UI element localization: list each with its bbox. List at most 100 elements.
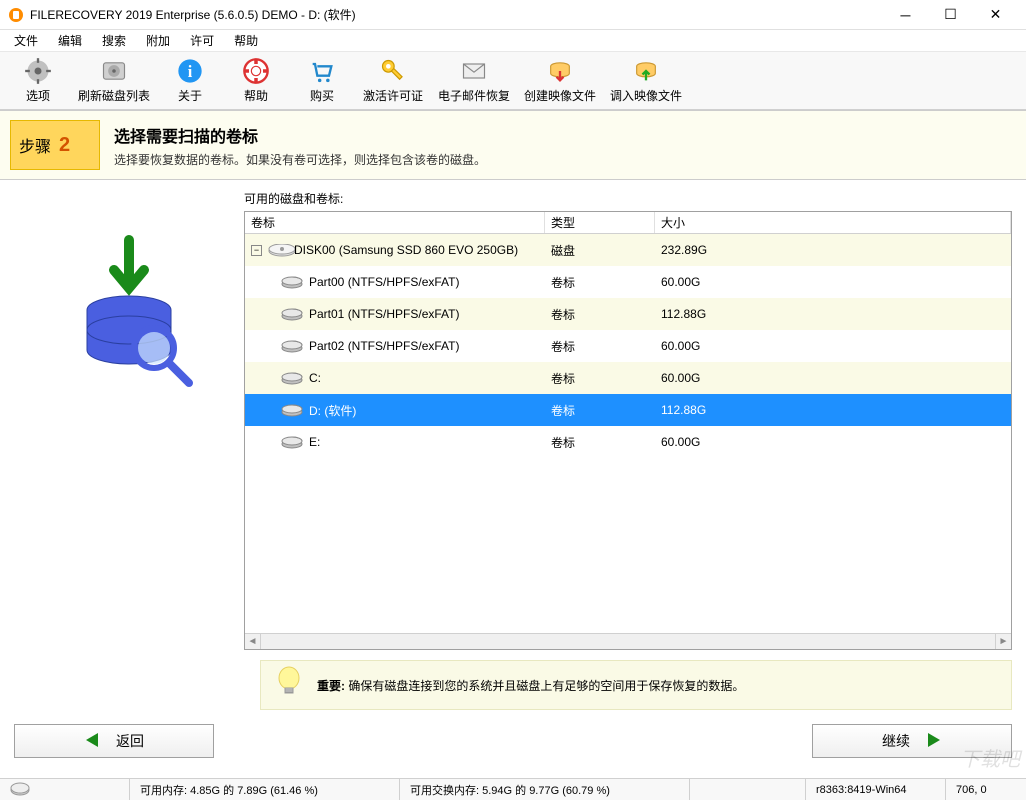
cell-size: 112.88G	[655, 403, 1011, 417]
hint-prefix: 重要:	[317, 679, 345, 693]
menu-edit[interactable]: 编辑	[50, 30, 90, 51]
menu-help[interactable]: 帮助	[226, 30, 266, 51]
toolbar-email-button[interactable]: 电子邮件恢复	[434, 54, 514, 108]
row-name-label: Part00 (NTFS/HPFS/exFAT)	[309, 275, 459, 289]
cell-type: 卷标	[545, 370, 655, 387]
volume-icon	[281, 305, 303, 323]
row-name-label: Part01 (NTFS/HPFS/exFAT)	[309, 307, 459, 321]
cell-name: Part00 (NTFS/HPFS/exFAT)	[245, 273, 545, 291]
toolbar-about-label: 关于	[178, 87, 202, 104]
cell-size: 60.00G	[655, 435, 1011, 449]
title-bar: FILERECOVERY 2019 Enterprise (5.6.0.5) D…	[0, 0, 1026, 30]
th-size[interactable]: 大小	[655, 212, 1011, 233]
window-controls: ─ ☐ ✕	[883, 0, 1018, 30]
menu-extras[interactable]: 附加	[138, 30, 178, 51]
toolbar-refresh-button[interactable]: 刷新磁盘列表	[74, 54, 154, 108]
toolbar-activate-button[interactable]: 激活许可证	[358, 54, 428, 108]
close-button[interactable]: ✕	[973, 0, 1018, 30]
toolbar-refresh-label: 刷新磁盘列表	[78, 87, 150, 104]
cart-icon	[308, 57, 336, 85]
toolbar-help-button[interactable]: 帮助	[226, 54, 286, 108]
row-name-label: C:	[309, 371, 321, 385]
toolbar-help-label: 帮助	[244, 87, 268, 104]
cell-size: 60.00G	[655, 339, 1011, 353]
next-label: 继续	[882, 731, 910, 751]
volume-icon	[281, 401, 303, 419]
hint-box: 重要: 确保有磁盘连接到您的系统并且磁盘上有足够的空间用于保存恢复的数据。	[260, 660, 1012, 710]
svg-text:i: i	[188, 62, 193, 81]
toolbar-options-button[interactable]: 选项	[8, 54, 68, 108]
cell-name: Part01 (NTFS/HPFS/exFAT)	[245, 305, 545, 323]
disk-refresh-icon	[100, 57, 128, 85]
arrow-left-icon	[84, 731, 102, 752]
disk-icon	[268, 244, 288, 256]
tree-collapse-icon[interactable]: −	[251, 245, 262, 256]
cell-size: 232.89G	[655, 243, 1011, 257]
horizontal-scrollbar[interactable]: ◄ ►	[245, 633, 1011, 649]
gear-icon	[24, 57, 52, 85]
toolbar-buy-button[interactable]: 购买	[292, 54, 352, 108]
status-bar: 可用内存: 4.85G 的 7.89G (61.46 %) 可用交换内存: 5.…	[0, 778, 1026, 800]
cell-type: 卷标	[545, 306, 655, 323]
table-header: 卷标 类型 大小	[245, 212, 1011, 234]
info-icon: i	[176, 57, 204, 85]
th-type[interactable]: 类型	[545, 212, 655, 233]
row-name-label: DISK00 (Samsung SSD 860 EVO 250GB)	[294, 243, 518, 257]
table-row[interactable]: Part02 (NTFS/HPFS/exFAT) 卷标60.00G	[245, 330, 1011, 362]
th-name[interactable]: 卷标	[245, 212, 545, 233]
cell-type: 卷标	[545, 338, 655, 355]
scroll-left-icon[interactable]: ◄	[245, 634, 261, 649]
table-row[interactable]: E:卷标60.00G	[245, 426, 1011, 458]
cell-type: 卷标	[545, 402, 655, 419]
menu-license[interactable]: 许可	[182, 30, 222, 51]
cell-size: 60.00G	[655, 275, 1011, 289]
next-button[interactable]: 继续	[812, 724, 1012, 758]
toolbar-options-label: 选项	[26, 87, 50, 104]
cell-name: E:	[245, 433, 545, 451]
status-memory: 可用内存: 4.85G 的 7.89G (61.46 %)	[130, 779, 400, 800]
step-number: 2	[59, 134, 70, 157]
row-name-label: Part02 (NTFS/HPFS/exFAT)	[309, 339, 459, 353]
maximize-button[interactable]: ☐	[928, 0, 973, 30]
table-row[interactable]: C:卷标60.00G	[245, 362, 1011, 394]
scroll-right-icon[interactable]: ►	[995, 634, 1011, 649]
toolbar-load-image-label: 调入映像文件	[610, 87, 682, 104]
step-subtitle: 选择要恢复数据的卷标。如果没有卷可选择，则选择包含该卷的磁盘。	[114, 151, 486, 168]
toolbar-activate-label: 激活许可证	[363, 87, 423, 104]
step-banner: 步骤 2 选择需要扫描的卷标 选择要恢复数据的卷标。如果没有卷可选择，则选择包含…	[0, 110, 1026, 180]
status-coord: 706, 0	[946, 779, 1026, 800]
disk-table: 卷标 类型 大小 − DISK00 (Samsung SSD 860 EVO 25…	[244, 211, 1012, 650]
envelope-icon	[460, 57, 488, 85]
volume-icon	[281, 337, 303, 355]
toolbar-about-button[interactable]: i 关于	[160, 54, 220, 108]
table-row[interactable]: − DISK00 (Samsung SSD 860 EVO 250GB) 磁盘232…	[245, 234, 1011, 266]
menu-file[interactable]: 文件	[6, 30, 46, 51]
menu-search[interactable]: 搜索	[94, 30, 134, 51]
toolbar-create-image-button[interactable]: 创建映像文件	[520, 54, 600, 108]
arrow-right-icon	[924, 731, 942, 752]
content-area: 可用的磁盘和卷标: 卷标 类型 大小 − DISK00 (Samsung SSD …	[0, 180, 1026, 650]
volume-icon	[281, 433, 303, 451]
scan-illustration	[14, 190, 244, 650]
volume-icon	[281, 273, 303, 291]
toolbar-load-image-button[interactable]: 调入映像文件	[606, 54, 686, 108]
pane-label: 可用的磁盘和卷标:	[244, 190, 1012, 207]
hint-text: 重要: 确保有磁盘连接到您的系统并且磁盘上有足够的空间用于保存恢复的数据。	[317, 677, 744, 694]
status-spacer	[690, 779, 806, 800]
cell-type: 磁盘	[545, 242, 655, 259]
table-row[interactable]: D: (软件)卷标112.88G	[245, 394, 1011, 426]
row-name-label: E:	[309, 435, 320, 449]
disk-export-icon	[546, 57, 574, 85]
table-row[interactable]: Part01 (NTFS/HPFS/exFAT)卷标112.88G	[245, 298, 1011, 330]
lifebuoy-icon	[242, 57, 270, 85]
hint-body: 确保有磁盘连接到您的系统并且磁盘上有足够的空间用于保存恢复的数据。	[348, 679, 744, 693]
back-button[interactable]: 返回	[14, 724, 214, 758]
table-body: − DISK00 (Samsung SSD 860 EVO 250GB) 磁盘232…	[245, 234, 1011, 633]
toolbar-buy-label: 购买	[310, 87, 334, 104]
table-row[interactable]: Part00 (NTFS/HPFS/exFAT)卷标60.00G	[245, 266, 1011, 298]
minimize-button[interactable]: ─	[883, 0, 928, 30]
step-title: 选择需要扫描的卷标	[114, 123, 486, 147]
app-icon	[8, 7, 24, 23]
status-build: r8363:8419-Win64	[806, 779, 946, 800]
cell-name: Part02 (NTFS/HPFS/exFAT)	[245, 337, 545, 355]
